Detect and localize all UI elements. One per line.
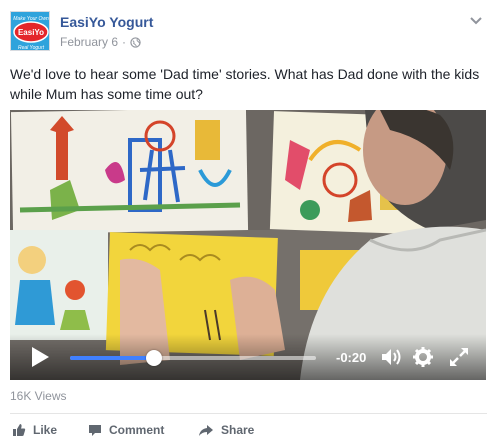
comment-icon [89,424,101,436]
like-label: Like [33,423,58,437]
kids-drawing-bottom-left [10,230,108,340]
fullscreen-icon[interactable] [449,347,469,367]
play-icon[interactable] [30,346,50,368]
video-scrubber[interactable] [70,350,316,366]
meta-separator: · [122,35,127,49]
post-date[interactable]: February 6 [60,35,118,49]
share-button[interactable]: Share [198,420,254,440]
share-label: Share [221,423,255,437]
globe-icon[interactable] [130,36,141,48]
comment-label: Comment [109,423,165,437]
view-count[interactable]: 16K Views [10,389,66,403]
divider [10,413,487,414]
share-arrow-icon [199,424,213,436]
page-avatar[interactable]: EasiYo Make Your Own Real Yogurt [10,11,50,51]
logo-tagline-top: Make Your Own [13,16,49,22]
post-meta: February 6 · [60,35,141,49]
video-player[interactable]: -0:20 [10,110,486,380]
post-actions: Like Comment Share [10,420,487,440]
video-controls: -0:20 [10,334,486,380]
like-button[interactable]: Like [12,420,57,440]
scrubber-handle[interactable] [145,350,162,366]
volume-icon[interactable] [380,347,402,367]
comment-button[interactable]: Comment [88,420,164,440]
logo-tagline-bottom: Real Yogurt [18,45,45,51]
post-header: EasiYo Make Your Own Real Yogurt EasiYo … [10,11,487,53]
chevron-down-icon[interactable] [469,16,483,26]
logo-wordmark: EasiYo [18,28,44,37]
post-message: We'd love to hear some 'Dad time' storie… [10,66,480,102]
easiyo-logo: EasiYo Make Your Own Real Yogurt [11,12,49,51]
kids-drawing-top-left [10,110,249,235]
page-name-link[interactable]: EasiYo Yogurt [60,14,153,30]
progress-fill [70,356,154,360]
thumbs-up-icon [13,424,26,436]
time-remaining: -0:20 [336,350,367,365]
gear-icon[interactable] [413,347,433,367]
